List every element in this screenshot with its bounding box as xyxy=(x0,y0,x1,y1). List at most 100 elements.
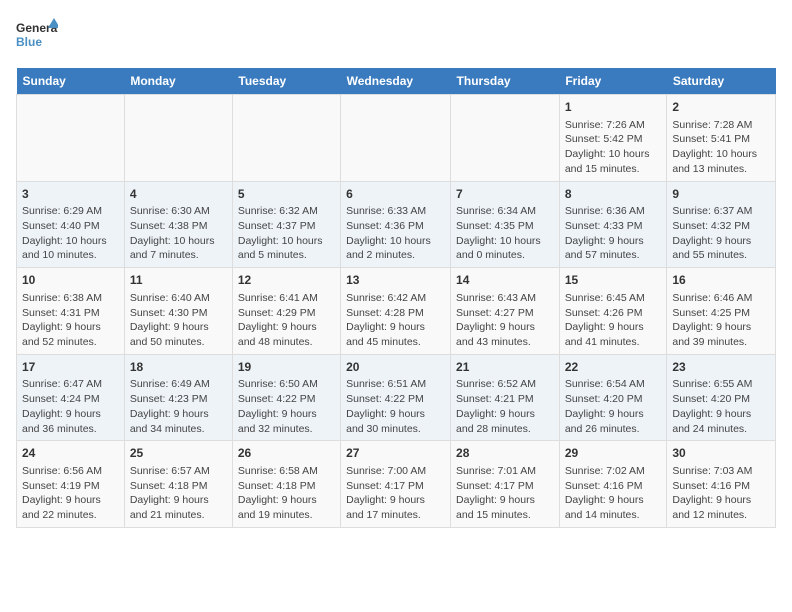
col-header-sunday: Sunday xyxy=(17,68,125,95)
day-info: Sunrise: 6:45 AM Sunset: 4:26 PM Dayligh… xyxy=(565,291,662,350)
day-cell xyxy=(124,95,232,182)
week-row-3: 10 Sunrise: 6:38 AM Sunset: 4:31 PM Dayli… xyxy=(17,268,776,355)
week-row-1: 1 Sunrise: 7:26 AM Sunset: 5:42 PM Daylig… xyxy=(17,95,776,182)
day-number: 6 xyxy=(346,186,445,203)
day-number: 8 xyxy=(565,186,662,203)
day-info: Sunrise: 6:37 AM Sunset: 4:32 PM Dayligh… xyxy=(672,204,770,263)
day-number: 15 xyxy=(565,272,662,289)
logo: General Blue xyxy=(16,16,58,58)
day-number: 23 xyxy=(672,359,770,376)
day-info: Sunrise: 6:58 AM Sunset: 4:18 PM Dayligh… xyxy=(238,464,335,523)
day-cell: 17Sunrise: 6:47 AM Sunset: 4:24 PM Dayli… xyxy=(17,354,125,441)
day-number: 19 xyxy=(238,359,335,376)
day-number: 4 xyxy=(130,186,227,203)
day-info: Sunrise: 6:40 AM Sunset: 4:30 PM Dayligh… xyxy=(130,291,227,350)
day-cell: 8Sunrise: 6:36 AM Sunset: 4:33 PM Daylig… xyxy=(559,181,667,268)
day-info: Sunrise: 6:56 AM Sunset: 4:19 PM Dayligh… xyxy=(22,464,119,523)
day-info: Sunrise: 6:32 AM Sunset: 4:37 PM Dayligh… xyxy=(238,204,335,263)
day-number: 1 xyxy=(565,99,662,116)
day-number: 17 xyxy=(22,359,119,376)
day-cell: 25 Sunrise: 6:57 AM Sunset: 4:18 PM Dayli… xyxy=(124,441,232,528)
day-cell: 16 Sunrise: 6:46 AM Sunset: 4:25 PM Dayli… xyxy=(667,268,776,355)
day-number: 16 xyxy=(672,272,770,289)
day-number: 14 xyxy=(456,272,554,289)
day-info: Sunrise: 6:34 AM Sunset: 4:35 PM Dayligh… xyxy=(456,204,554,263)
week-row-2: 3Sunrise: 6:29 AM Sunset: 4:40 PM Daylig… xyxy=(17,181,776,268)
day-cell: 5Sunrise: 6:32 AM Sunset: 4:37 PM Daylig… xyxy=(232,181,340,268)
day-info: Sunrise: 6:47 AM Sunset: 4:24 PM Dayligh… xyxy=(22,377,119,436)
day-number: 9 xyxy=(672,186,770,203)
day-info: Sunrise: 6:52 AM Sunset: 4:21 PM Dayligh… xyxy=(456,377,554,436)
day-number: 11 xyxy=(130,272,227,289)
day-number: 7 xyxy=(456,186,554,203)
col-header-saturday: Saturday xyxy=(667,68,776,95)
day-info: Sunrise: 6:54 AM Sunset: 4:20 PM Dayligh… xyxy=(565,377,662,436)
day-number: 26 xyxy=(238,445,335,462)
day-info: Sunrise: 6:38 AM Sunset: 4:31 PM Dayligh… xyxy=(22,291,119,350)
day-number: 5 xyxy=(238,186,335,203)
day-cell: 1 Sunrise: 7:26 AM Sunset: 5:42 PM Daylig… xyxy=(559,95,667,182)
day-info: Sunrise: 7:00 AM Sunset: 4:17 PM Dayligh… xyxy=(346,464,445,523)
week-row-5: 24 Sunrise: 6:56 AM Sunset: 4:19 PM Dayli… xyxy=(17,441,776,528)
day-info: Sunrise: 6:30 AM Sunset: 4:38 PM Dayligh… xyxy=(130,204,227,263)
day-info: Sunrise: 6:49 AM Sunset: 4:23 PM Dayligh… xyxy=(130,377,227,436)
day-number: 22 xyxy=(565,359,662,376)
col-header-tuesday: Tuesday xyxy=(232,68,340,95)
day-number: 2 xyxy=(672,99,770,116)
day-cell: 18Sunrise: 6:49 AM Sunset: 4:23 PM Dayli… xyxy=(124,354,232,441)
week-row-4: 17Sunrise: 6:47 AM Sunset: 4:24 PM Dayli… xyxy=(17,354,776,441)
day-info: Sunrise: 6:41 AM Sunset: 4:29 PM Dayligh… xyxy=(238,291,335,350)
day-cell: 22Sunrise: 6:54 AM Sunset: 4:20 PM Dayli… xyxy=(559,354,667,441)
day-number: 28 xyxy=(456,445,554,462)
day-cell: 2 Sunrise: 7:28 AM Sunset: 5:41 PM Daylig… xyxy=(667,95,776,182)
col-header-wednesday: Wednesday xyxy=(341,68,451,95)
day-cell: 6Sunrise: 6:33 AM Sunset: 4:36 PM Daylig… xyxy=(341,181,451,268)
day-info: Sunrise: 7:03 AM Sunset: 4:16 PM Dayligh… xyxy=(672,464,770,523)
day-info: Sunrise: 7:01 AM Sunset: 4:17 PM Dayligh… xyxy=(456,464,554,523)
day-cell: 9Sunrise: 6:37 AM Sunset: 4:32 PM Daylig… xyxy=(667,181,776,268)
day-cell xyxy=(341,95,451,182)
day-info: Sunrise: 7:26 AM Sunset: 5:42 PM Dayligh… xyxy=(565,118,662,177)
day-number: 27 xyxy=(346,445,445,462)
day-cell: 19Sunrise: 6:50 AM Sunset: 4:22 PM Dayli… xyxy=(232,354,340,441)
day-info: Sunrise: 6:51 AM Sunset: 4:22 PM Dayligh… xyxy=(346,377,445,436)
day-number: 3 xyxy=(22,186,119,203)
day-cell: 11 Sunrise: 6:40 AM Sunset: 4:30 PM Dayli… xyxy=(124,268,232,355)
day-info: Sunrise: 6:36 AM Sunset: 4:33 PM Dayligh… xyxy=(565,204,662,263)
day-number: 13 xyxy=(346,272,445,289)
day-cell xyxy=(451,95,560,182)
day-cell xyxy=(232,95,340,182)
day-number: 25 xyxy=(130,445,227,462)
day-number: 18 xyxy=(130,359,227,376)
day-info: Sunrise: 6:57 AM Sunset: 4:18 PM Dayligh… xyxy=(130,464,227,523)
header-row: SundayMondayTuesdayWednesdayThursdayFrid… xyxy=(17,68,776,95)
day-cell: 10 Sunrise: 6:38 AM Sunset: 4:31 PM Dayli… xyxy=(17,268,125,355)
day-cell: 29Sunrise: 7:02 AM Sunset: 4:16 PM Dayli… xyxy=(559,441,667,528)
day-number: 29 xyxy=(565,445,662,462)
day-number: 24 xyxy=(22,445,119,462)
day-info: Sunrise: 7:28 AM Sunset: 5:41 PM Dayligh… xyxy=(672,118,770,177)
day-number: 21 xyxy=(456,359,554,376)
day-number: 20 xyxy=(346,359,445,376)
day-cell: 20Sunrise: 6:51 AM Sunset: 4:22 PM Dayli… xyxy=(341,354,451,441)
day-cell: 15 Sunrise: 6:45 AM Sunset: 4:26 PM Dayli… xyxy=(559,268,667,355)
day-info: Sunrise: 6:42 AM Sunset: 4:28 PM Dayligh… xyxy=(346,291,445,350)
svg-text:Blue: Blue xyxy=(16,35,42,49)
day-info: Sunrise: 6:46 AM Sunset: 4:25 PM Dayligh… xyxy=(672,291,770,350)
col-header-friday: Friday xyxy=(559,68,667,95)
day-cell: 21Sunrise: 6:52 AM Sunset: 4:21 PM Dayli… xyxy=(451,354,560,441)
day-number: 10 xyxy=(22,272,119,289)
col-header-thursday: Thursday xyxy=(451,68,560,95)
day-cell: 23Sunrise: 6:55 AM Sunset: 4:20 PM Dayli… xyxy=(667,354,776,441)
day-cell: 3Sunrise: 6:29 AM Sunset: 4:40 PM Daylig… xyxy=(17,181,125,268)
day-cell: 28 Sunrise: 7:01 AM Sunset: 4:17 PM Dayli… xyxy=(451,441,560,528)
day-cell xyxy=(17,95,125,182)
day-cell: 7Sunrise: 6:34 AM Sunset: 4:35 PM Daylig… xyxy=(451,181,560,268)
day-cell: 24 Sunrise: 6:56 AM Sunset: 4:19 PM Dayli… xyxy=(17,441,125,528)
day-cell: 13 Sunrise: 6:42 AM Sunset: 4:28 PM Dayli… xyxy=(341,268,451,355)
day-number: 30 xyxy=(672,445,770,462)
day-info: Sunrise: 6:33 AM Sunset: 4:36 PM Dayligh… xyxy=(346,204,445,263)
day-info: Sunrise: 6:43 AM Sunset: 4:27 PM Dayligh… xyxy=(456,291,554,350)
day-cell: 14 Sunrise: 6:43 AM Sunset: 4:27 PM Dayli… xyxy=(451,268,560,355)
day-info: Sunrise: 6:50 AM Sunset: 4:22 PM Dayligh… xyxy=(238,377,335,436)
